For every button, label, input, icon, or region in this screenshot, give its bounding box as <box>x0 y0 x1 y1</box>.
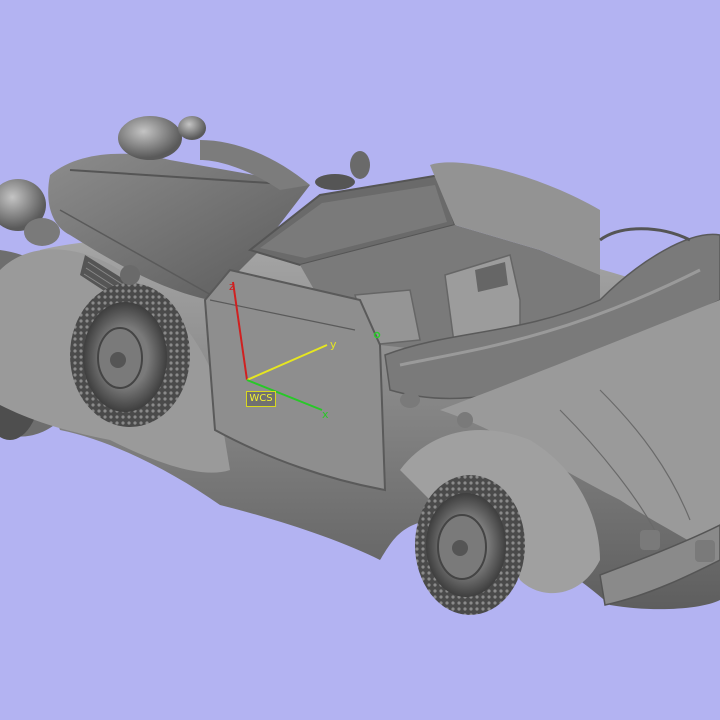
car-model[interactable]: y x z <box>0 0 720 720</box>
3d-viewport[interactable]: y x z WCS <box>0 0 720 720</box>
y-axis-label: y <box>330 338 337 351</box>
steering-wheel <box>350 151 370 179</box>
wcs-label: WCS <box>246 391 276 407</box>
rear-wheel <box>415 475 525 615</box>
z-axis-label: z <box>229 280 235 293</box>
headlamp-left <box>118 116 182 160</box>
spare-wheel <box>70 283 190 427</box>
headlamp-right <box>178 116 206 140</box>
x-axis-label: x <box>322 408 329 421</box>
